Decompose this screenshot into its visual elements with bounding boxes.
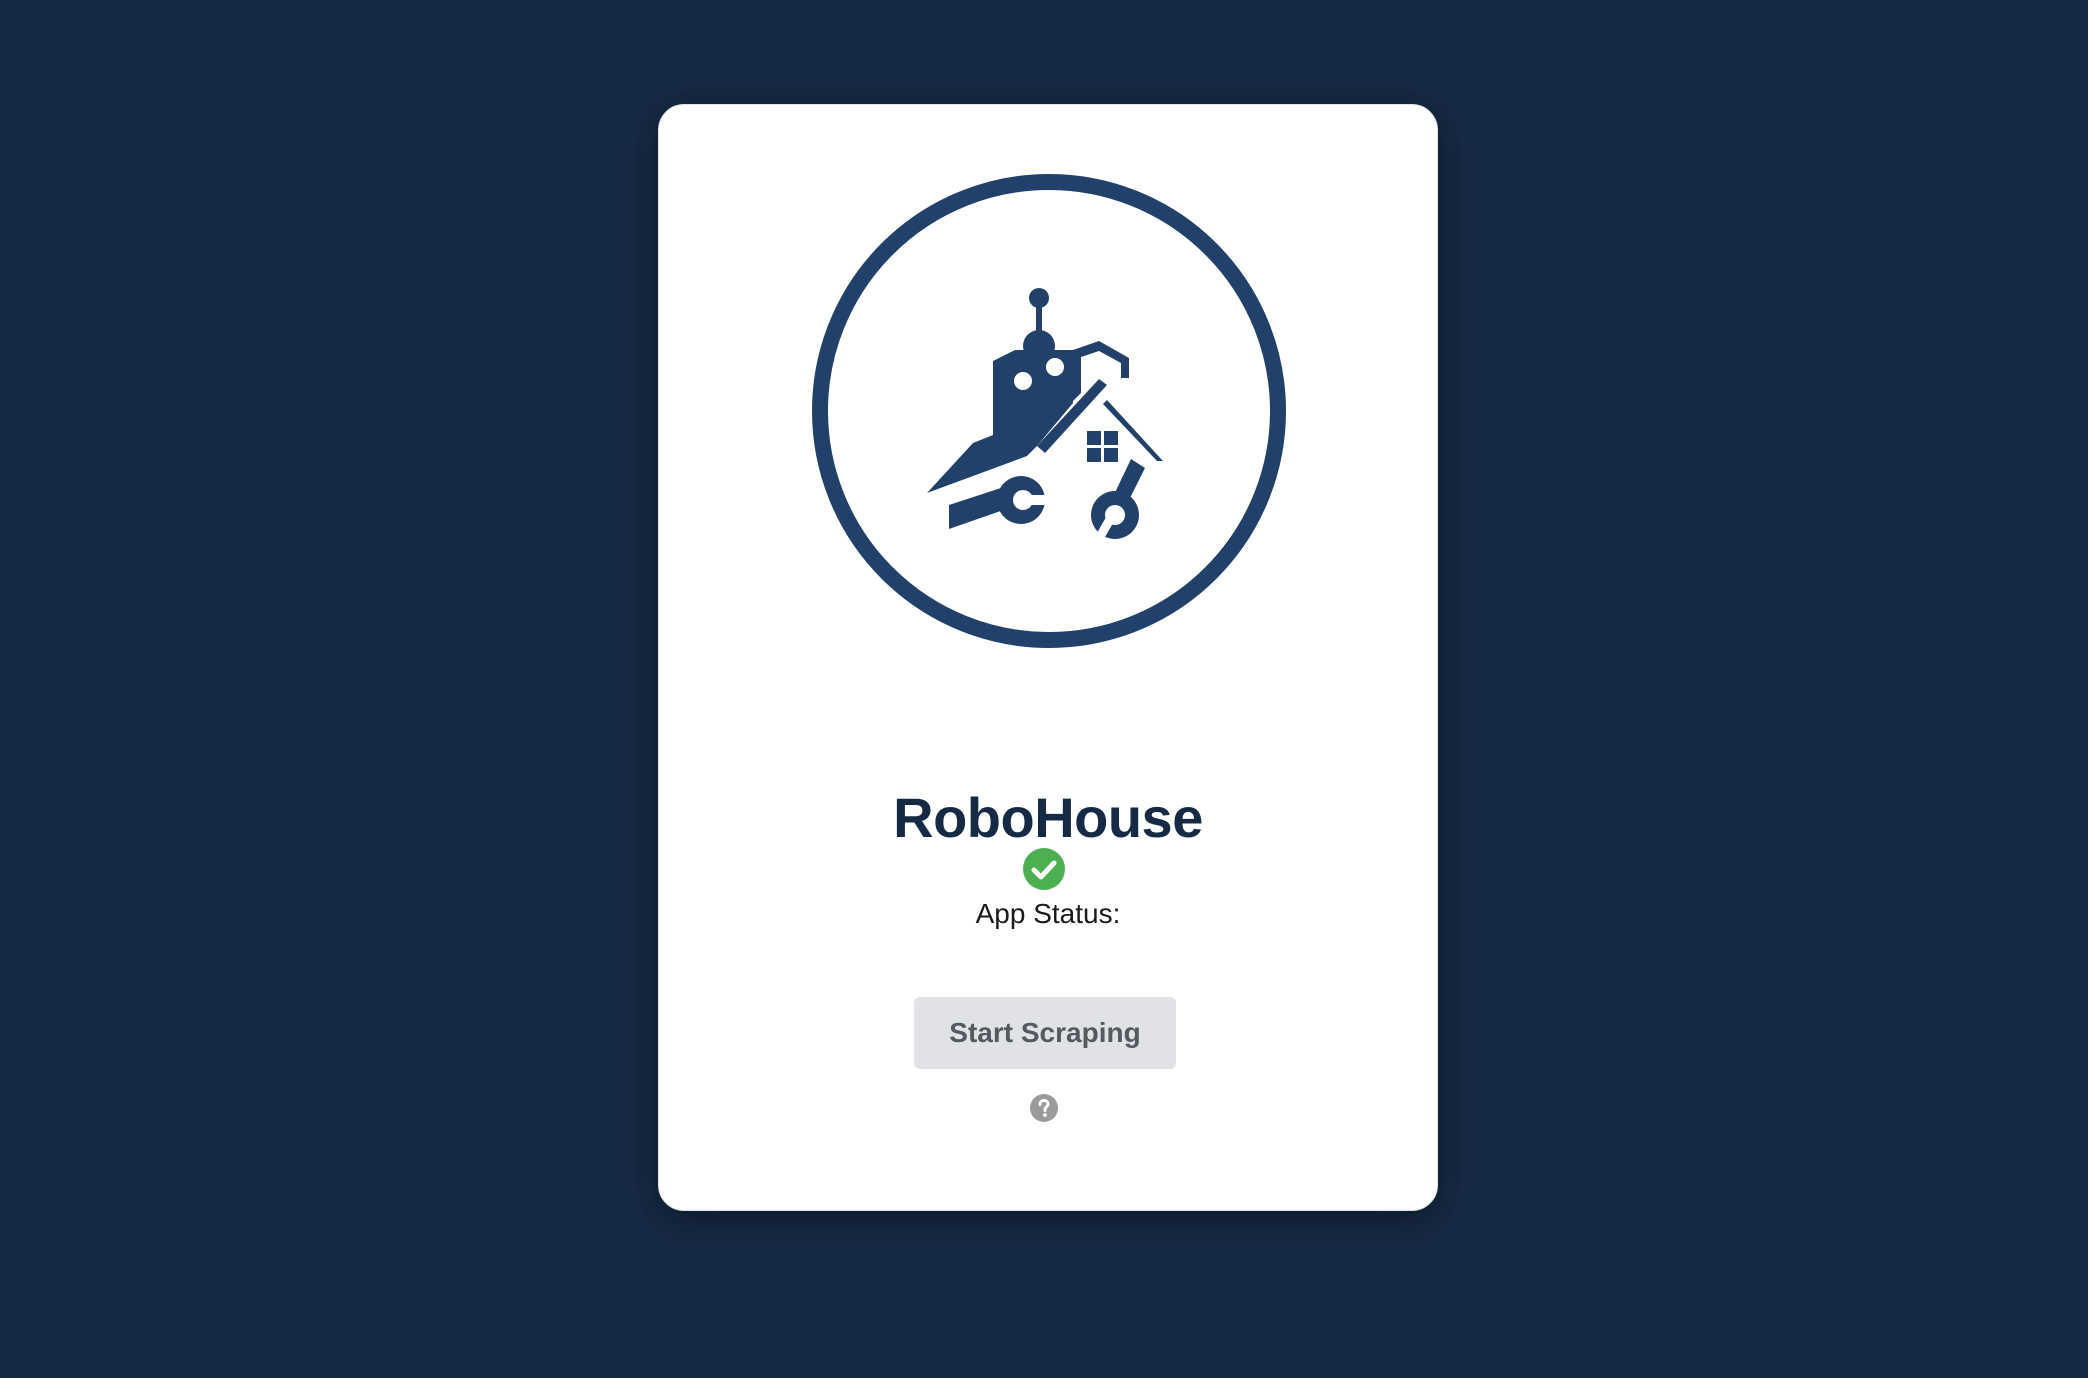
- question-circle-icon[interactable]: [1030, 1094, 1058, 1122]
- check-circle-icon: [1023, 848, 1065, 890]
- robot-house-logo-icon: [812, 174, 1286, 648]
- start-scraping-button[interactable]: Start Scraping: [914, 997, 1176, 1069]
- status-card: RoboHouse App Status: Manual Restart: St…: [658, 104, 1438, 1211]
- app-title: RoboHouse: [893, 786, 1203, 849]
- app-status-label: App Status:: [975, 898, 1121, 929]
